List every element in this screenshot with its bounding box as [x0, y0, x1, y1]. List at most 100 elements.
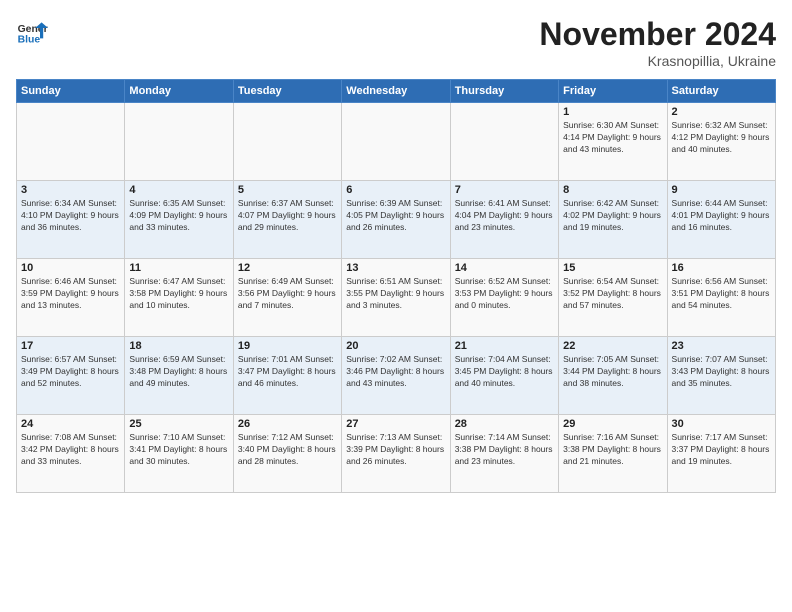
calendar-cell: 14Sunrise: 6:52 AM Sunset: 3:53 PM Dayli…	[450, 259, 558, 337]
calendar-cell: 16 Sunrise: 6:56 AM Sunset: 3:51 PM Dayli…	[667, 259, 775, 337]
day-info: Sunrise: 7:14 AM Sunset: 3:38 PM Dayligh…	[455, 432, 554, 468]
logo-icon: General Blue	[16, 16, 48, 48]
calendar-cell: 13Sunrise: 6:51 AM Sunset: 3:55 PM Dayli…	[342, 259, 450, 337]
day-info: Sunrise: 7:02 AM Sunset: 3:46 PM Dayligh…	[346, 354, 445, 390]
day-number: 24	[21, 418, 120, 430]
day-info: Sunrise: 6:32 AM Sunset: 4:12 PM Dayligh…	[672, 120, 771, 156]
day-number: 11	[129, 262, 228, 274]
day-info: Sunrise: 7:04 AM Sunset: 3:45 PM Dayligh…	[455, 354, 554, 390]
day-number: 4	[129, 184, 228, 196]
calendar-cell: 17 Sunrise: 6:57 AM Sunset: 3:49 PM Dayli…	[17, 337, 125, 415]
weekday-header: Sunday	[17, 80, 125, 103]
day-number: 5	[238, 184, 337, 196]
calendar-cell: 30 Sunrise: 7:17 AM Sunset: 3:37 PM Dayli…	[667, 415, 775, 493]
calendar-cell	[342, 103, 450, 181]
day-info: Sunrise: 7:16 AM Sunset: 3:38 PM Dayligh…	[563, 432, 662, 468]
weekday-header: Friday	[559, 80, 667, 103]
day-info: Sunrise: 6:42 AM Sunset: 4:02 PM Dayligh…	[563, 198, 662, 234]
day-info: Sunrise: 6:39 AM Sunset: 4:05 PM Dayligh…	[346, 198, 445, 234]
day-info: Sunrise: 6:59 AM Sunset: 3:48 PM Dayligh…	[129, 354, 228, 390]
calendar-cell: 24 Sunrise: 7:08 AM Sunset: 3:42 PM Dayli…	[17, 415, 125, 493]
calendar-cell: 22 Sunrise: 7:05 AM Sunset: 3:44 PM Dayli…	[559, 337, 667, 415]
day-number: 28	[455, 418, 554, 430]
day-number: 22	[563, 340, 662, 352]
calendar-cell: 27 Sunrise: 7:13 AM Sunset: 3:39 PM Dayli…	[342, 415, 450, 493]
calendar-cell	[17, 103, 125, 181]
calendar-cell: 25 Sunrise: 7:10 AM Sunset: 3:41 PM Dayli…	[125, 415, 233, 493]
day-number: 25	[129, 418, 228, 430]
calendar-cell: 20Sunrise: 7:02 AM Sunset: 3:46 PM Dayli…	[342, 337, 450, 415]
day-number: 9	[672, 184, 771, 196]
weekday-header: Wednesday	[342, 80, 450, 103]
day-info: Sunrise: 6:47 AM Sunset: 3:58 PM Dayligh…	[129, 276, 228, 312]
day-info: Sunrise: 7:08 AM Sunset: 3:42 PM Dayligh…	[21, 432, 120, 468]
calendar-cell: 28 Sunrise: 7:14 AM Sunset: 3:38 PM Dayli…	[450, 415, 558, 493]
calendar-week-row: 17 Sunrise: 6:57 AM Sunset: 3:49 PM Dayli…	[17, 337, 776, 415]
calendar-cell	[125, 103, 233, 181]
calendar-cell: 8 Sunrise: 6:42 AM Sunset: 4:02 PM Daylig…	[559, 181, 667, 259]
day-number: 12	[238, 262, 337, 274]
title-block: November 2024 Krasnopillia, Ukraine	[539, 16, 776, 69]
day-info: Sunrise: 6:56 AM Sunset: 3:51 PM Dayligh…	[672, 276, 771, 312]
day-info: Sunrise: 6:54 AM Sunset: 3:52 PM Dayligh…	[563, 276, 662, 312]
calendar-cell: 12 Sunrise: 6:49 AM Sunset: 3:56 PM Dayli…	[233, 259, 341, 337]
calendar-week-row: 3Sunrise: 6:34 AM Sunset: 4:10 PM Daylig…	[17, 181, 776, 259]
day-info: Sunrise: 6:34 AM Sunset: 4:10 PM Dayligh…	[21, 198, 120, 234]
day-number: 27	[346, 418, 445, 430]
weekday-header: Thursday	[450, 80, 558, 103]
day-number: 16	[672, 262, 771, 274]
day-info: Sunrise: 6:52 AM Sunset: 3:53 PM Dayligh…	[455, 276, 554, 312]
day-info: Sunrise: 7:07 AM Sunset: 3:43 PM Dayligh…	[672, 354, 771, 390]
day-info: Sunrise: 7:10 AM Sunset: 3:41 PM Dayligh…	[129, 432, 228, 468]
calendar-cell: 11 Sunrise: 6:47 AM Sunset: 3:58 PM Dayli…	[125, 259, 233, 337]
day-number: 30	[672, 418, 771, 430]
day-number: 19	[238, 340, 337, 352]
day-number: 13	[346, 262, 445, 274]
day-number: 1	[563, 106, 662, 118]
day-info: Sunrise: 6:46 AM Sunset: 3:59 PM Dayligh…	[21, 276, 120, 312]
day-info: Sunrise: 7:17 AM Sunset: 3:37 PM Dayligh…	[672, 432, 771, 468]
calendar-cell: 10 Sunrise: 6:46 AM Sunset: 3:59 PM Dayli…	[17, 259, 125, 337]
header-row: SundayMondayTuesdayWednesdayThursdayFrid…	[17, 80, 776, 103]
day-info: Sunrise: 7:13 AM Sunset: 3:39 PM Dayligh…	[346, 432, 445, 468]
day-number: 10	[21, 262, 120, 274]
calendar-cell: 18 Sunrise: 6:59 AM Sunset: 3:48 PM Dayli…	[125, 337, 233, 415]
day-number: 26	[238, 418, 337, 430]
calendar-cell: 1Sunrise: 6:30 AM Sunset: 4:14 PM Daylig…	[559, 103, 667, 181]
day-number: 17	[21, 340, 120, 352]
day-number: 18	[129, 340, 228, 352]
header: General Blue November 2024 Krasnopillia,…	[16, 16, 776, 69]
day-info: Sunrise: 7:12 AM Sunset: 3:40 PM Dayligh…	[238, 432, 337, 468]
day-info: Sunrise: 6:44 AM Sunset: 4:01 PM Dayligh…	[672, 198, 771, 234]
svg-text:Blue: Blue	[18, 34, 41, 45]
subtitle: Krasnopillia, Ukraine	[539, 53, 776, 69]
page: General Blue November 2024 Krasnopillia,…	[0, 0, 792, 612]
day-number: 15	[563, 262, 662, 274]
day-info: Sunrise: 7:05 AM Sunset: 3:44 PM Dayligh…	[563, 354, 662, 390]
calendar-week-row: 24 Sunrise: 7:08 AM Sunset: 3:42 PM Dayli…	[17, 415, 776, 493]
calendar-cell	[233, 103, 341, 181]
day-info: Sunrise: 6:49 AM Sunset: 3:56 PM Dayligh…	[238, 276, 337, 312]
month-title: November 2024	[539, 16, 776, 53]
calendar-cell: 5Sunrise: 6:37 AM Sunset: 4:07 PM Daylig…	[233, 181, 341, 259]
calendar-cell: 29 Sunrise: 7:16 AM Sunset: 3:38 PM Dayli…	[559, 415, 667, 493]
day-info: Sunrise: 6:57 AM Sunset: 3:49 PM Dayligh…	[21, 354, 120, 390]
calendar-cell: 15 Sunrise: 6:54 AM Sunset: 3:52 PM Dayli…	[559, 259, 667, 337]
calendar-week-row: 1Sunrise: 6:30 AM Sunset: 4:14 PM Daylig…	[17, 103, 776, 181]
day-number: 21	[455, 340, 554, 352]
day-number: 7	[455, 184, 554, 196]
day-number: 2	[672, 106, 771, 118]
calendar-cell	[450, 103, 558, 181]
weekday-header: Saturday	[667, 80, 775, 103]
calendar-cell: 9 Sunrise: 6:44 AM Sunset: 4:01 PM Daylig…	[667, 181, 775, 259]
calendar-cell: 6 Sunrise: 6:39 AM Sunset: 4:05 PM Daylig…	[342, 181, 450, 259]
calendar-table: SundayMondayTuesdayWednesdayThursdayFrid…	[16, 79, 776, 493]
calendar-cell: 21 Sunrise: 7:04 AM Sunset: 3:45 PM Dayli…	[450, 337, 558, 415]
day-number: 6	[346, 184, 445, 196]
day-info: Sunrise: 6:41 AM Sunset: 4:04 PM Dayligh…	[455, 198, 554, 234]
calendar-week-row: 10 Sunrise: 6:46 AM Sunset: 3:59 PM Dayli…	[17, 259, 776, 337]
day-info: Sunrise: 6:35 AM Sunset: 4:09 PM Dayligh…	[129, 198, 228, 234]
calendar-cell: 3Sunrise: 6:34 AM Sunset: 4:10 PM Daylig…	[17, 181, 125, 259]
day-number: 8	[563, 184, 662, 196]
day-number: 29	[563, 418, 662, 430]
